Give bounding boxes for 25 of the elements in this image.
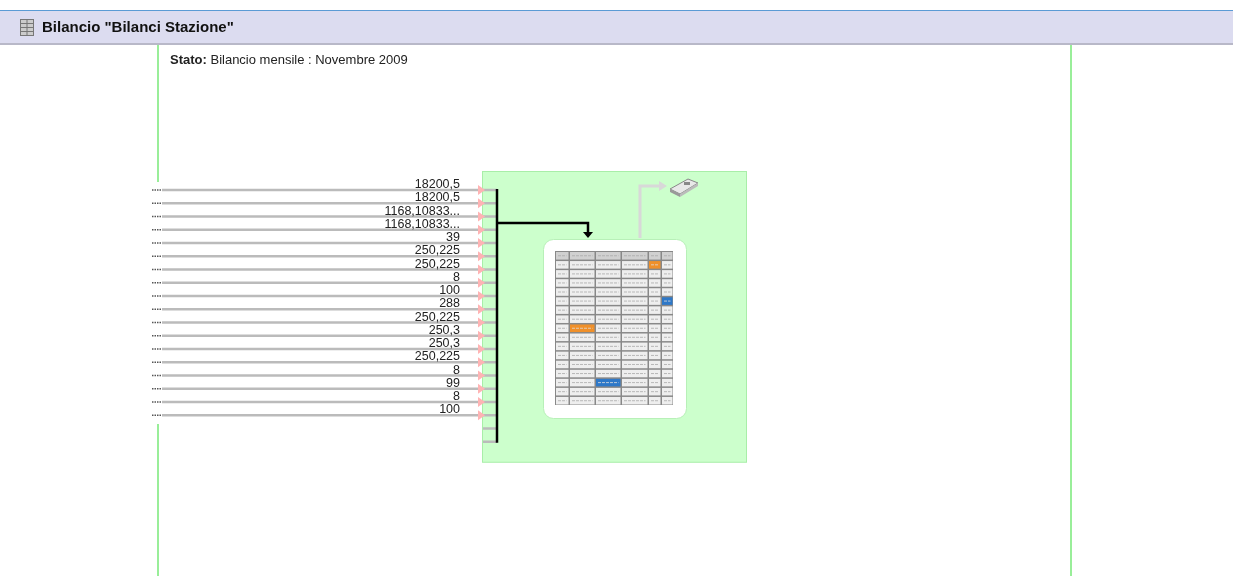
input-value: 250,225 (414, 243, 460, 258)
input-value: 1168,10833... (384, 203, 460, 218)
input-value: 39 (446, 230, 460, 244)
input-value: 100 (439, 402, 460, 417)
input-value: 250,225 (414, 309, 460, 324)
input-value: 250,3 (428, 336, 460, 350)
input-value: 8 (453, 389, 460, 403)
input-value: 1168,10833... (384, 216, 460, 231)
status-text: Stato: Bilancio mensile : Novembre 2009 (170, 51, 409, 69)
input-value: 100 (439, 283, 460, 297)
output-arrow (638, 181, 667, 238)
input-value: 250,225 (414, 256, 460, 271)
page-title: Bilancio "Bilanci Stazione" (42, 16, 234, 37)
spare-connector (483, 427, 497, 430)
spreadsheet-icon (20, 18, 34, 36)
spare-connector (483, 440, 497, 443)
input-value: 99 (446, 375, 460, 390)
device-icon (669, 178, 699, 197)
input-value: 250,225 (414, 349, 460, 364)
input-value: 250,3 (428, 322, 460, 337)
input-value: 18200,5 (414, 190, 460, 205)
input-value: 288 (439, 296, 460, 311)
input-value: 8 (453, 362, 460, 377)
input-value: 8 (453, 269, 460, 284)
input-value: 18200,5 (414, 177, 460, 191)
